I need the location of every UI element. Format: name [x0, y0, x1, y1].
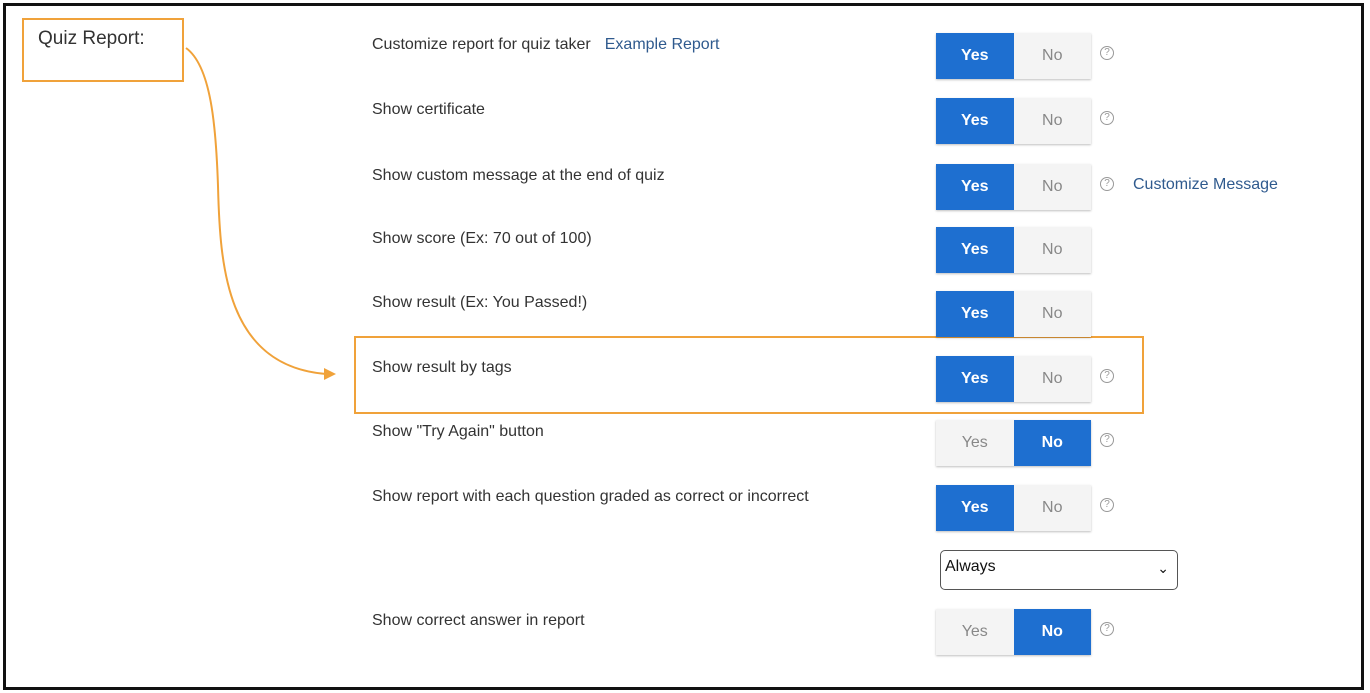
setting-label: Show result (Ex: You Passed!) [372, 294, 588, 311]
yes-no-toggle[interactable]: Yes No [936, 485, 1091, 531]
setting-label: Show custom message at the end of quiz [372, 167, 665, 184]
setting-label: Show correct answer in report [372, 612, 585, 629]
help-icon[interactable]: ? [1100, 369, 1114, 383]
setting-label: Show "Try Again" button [372, 423, 544, 440]
setting-label: Show certificate [372, 101, 485, 118]
setting-label: Show result by tags [372, 359, 512, 376]
help-icon[interactable]: ? [1100, 622, 1114, 636]
setting-row-try-again: Show "Try Again" button Yes No ? [6, 420, 1361, 466]
graded-report-dropdown[interactable]: Always ⌄ [940, 550, 1178, 590]
setting-row-custom-message: Show custom message at the end of quiz Y… [6, 164, 1361, 210]
no-option[interactable]: No [1013, 485, 1091, 531]
yes-option[interactable]: Yes [936, 164, 1014, 210]
setting-label: Show report with each question graded as… [372, 488, 809, 505]
help-icon[interactable]: ? [1100, 111, 1114, 125]
no-option[interactable]: No [1013, 291, 1091, 337]
yes-no-toggle[interactable]: Yes No [936, 164, 1091, 210]
setting-row-customize-report: Customize report for quiz taker Example R… [6, 33, 1361, 79]
yes-option[interactable]: Yes [936, 356, 1014, 402]
yes-no-toggle[interactable]: Yes No [936, 420, 1091, 466]
help-icon[interactable]: ? [1100, 177, 1114, 191]
customize-message-link[interactable]: Customize Message [1133, 176, 1278, 194]
yes-no-toggle[interactable]: Yes No [936, 98, 1091, 144]
setting-row-graded-report: Show report with each question graded as… [6, 485, 1361, 531]
yes-option[interactable]: Yes [936, 33, 1014, 79]
setting-label: Customize report for quiz taker Example R… [372, 36, 720, 53]
example-report-link[interactable]: Example Report [605, 36, 720, 53]
no-option[interactable]: No [1013, 420, 1091, 466]
setting-row-show-result: Show result (Ex: You Passed!) Yes No [6, 291, 1361, 337]
setting-row-show-score: Show score (Ex: 70 out of 100) Yes No [6, 227, 1361, 273]
no-option[interactable]: No [1013, 609, 1091, 655]
yes-option[interactable]: Yes [936, 420, 1014, 466]
no-option[interactable]: No [1013, 227, 1091, 273]
help-icon[interactable]: ? [1100, 433, 1114, 447]
quiz-report-settings-panel: Quiz Report: Customize report for quiz t… [3, 3, 1364, 690]
setting-label: Show score (Ex: 70 out of 100) [372, 230, 592, 247]
yes-no-toggle[interactable]: Yes No [936, 227, 1091, 273]
no-option[interactable]: No [1013, 356, 1091, 402]
yes-option[interactable]: Yes [936, 609, 1014, 655]
no-option[interactable]: No [1013, 33, 1091, 79]
no-option[interactable]: No [1013, 98, 1091, 144]
dropdown-selected-value: Always [945, 558, 996, 575]
yes-no-toggle[interactable]: Yes No [936, 609, 1091, 655]
help-icon[interactable]: ? [1100, 46, 1114, 60]
help-icon[interactable]: ? [1100, 498, 1114, 512]
yes-option[interactable]: Yes [936, 227, 1014, 273]
yes-no-toggle[interactable]: Yes No [936, 291, 1091, 337]
yes-option[interactable]: Yes [936, 485, 1014, 531]
yes-option[interactable]: Yes [936, 98, 1014, 144]
yes-option[interactable]: Yes [936, 291, 1014, 337]
setting-row-result-by-tags: Show result by tags Yes No ? [6, 356, 1361, 402]
yes-no-toggle[interactable]: Yes No [936, 33, 1091, 79]
setting-row-show-certificate: Show certificate Yes No ? [6, 98, 1361, 144]
setting-row-correct-answer: Show correct answer in report Yes No ? [6, 609, 1361, 655]
yes-no-toggle[interactable]: Yes No [936, 356, 1091, 402]
no-option[interactable]: No [1013, 164, 1091, 210]
chevron-down-icon: ⌄ [1157, 560, 1169, 576]
